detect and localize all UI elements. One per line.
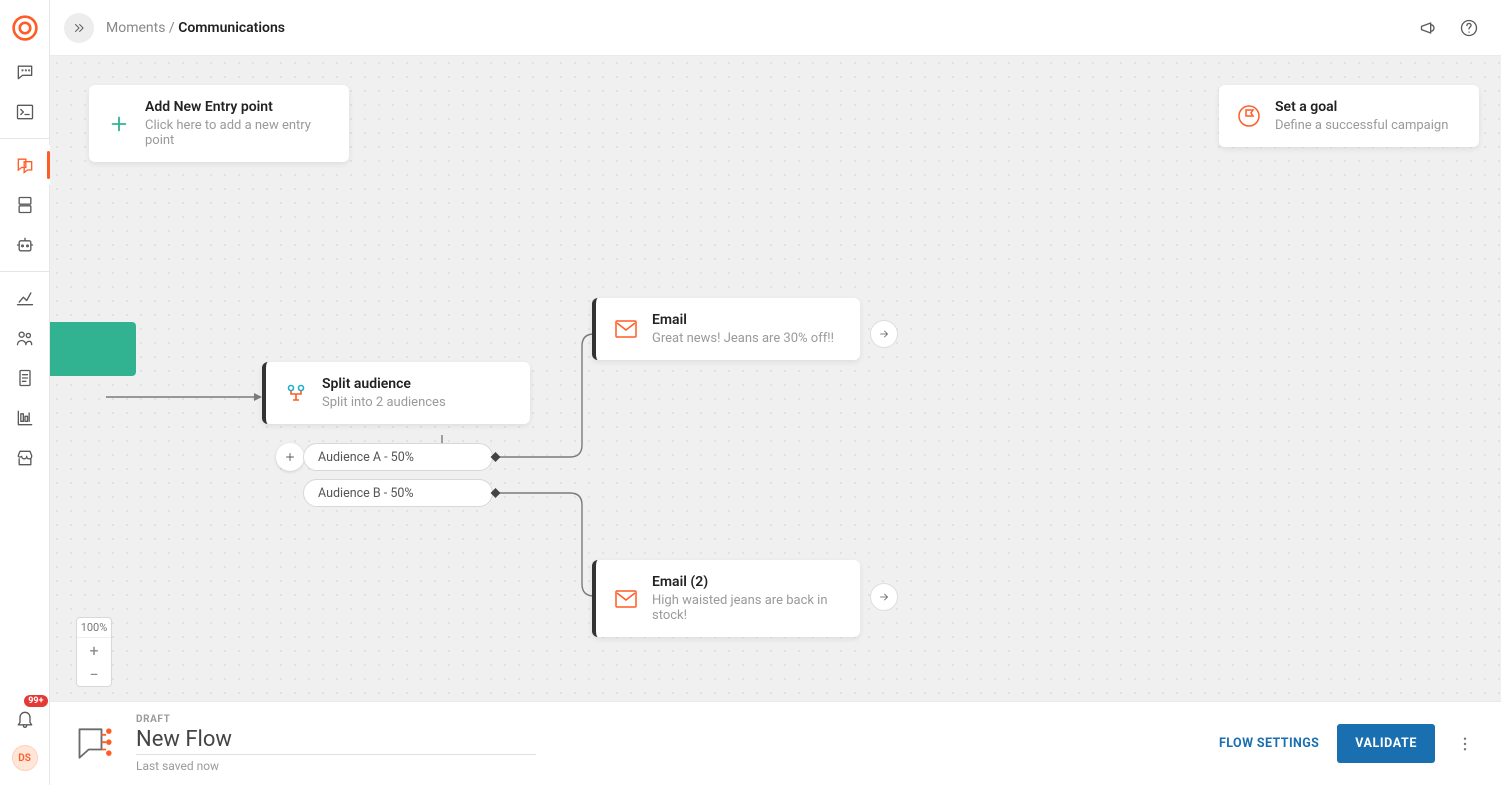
split-node-subtitle: Split into 2 audiences [322,395,446,410]
main-column: Moments / Communications Add New Entry p… [50,0,1501,785]
flow-canvas[interactable]: Add New Entry point Click here to add a … [50,56,1501,701]
more-vertical-icon [1456,735,1474,753]
announce-button[interactable] [1417,16,1441,40]
email1-next-button[interactable] [870,320,898,348]
nav-analytics[interactable] [0,278,50,318]
help-button[interactable] [1457,16,1481,40]
breadcrumb: Moments / Communications [106,20,285,36]
nav-store[interactable] [0,438,50,478]
breadcrumb-parent[interactable]: Moments [106,20,165,36]
plus-icon [108,113,130,135]
app-logo [11,14,39,42]
breadcrumb-current: Communications [178,20,285,36]
zoom-percent: 100% [77,618,111,638]
email1-title: Email [652,312,834,328]
flow-status: DRAFT [136,714,536,725]
nav-templates[interactable] [0,185,50,225]
flow-icon [74,722,118,766]
add-entry-point-card[interactable]: Add New Entry point Click here to add a … [89,85,349,162]
goal-icon [1237,104,1261,128]
primary-sidebar: 99+ DS [0,0,50,785]
entry-card-subtitle: Click here to add a new entry point [145,118,333,148]
nav-people[interactable] [0,318,50,358]
split-icon [284,381,308,405]
split-node-title: Split audience [322,376,446,392]
bell-icon [15,709,35,729]
chevron-double-right-icon [72,21,86,35]
email2-subtitle: High waisted jeans are back in stock! [652,593,844,623]
footer-bar: DRAFT New Flow Last saved now FLOW SETTI… [50,701,1501,785]
set-goal-card[interactable]: Set a goal Define a successful campaign [1219,85,1479,147]
notification-badge: 99+ [24,695,47,707]
save-indicator: Last saved now [136,759,536,773]
megaphone-icon [1419,18,1439,38]
flow-start-node[interactable] [50,322,136,376]
user-avatar[interactable]: DS [12,745,38,771]
expand-sidebar-button[interactable] [64,13,94,43]
branch-audience-b[interactable]: Audience B - 50% [303,479,493,507]
email-icon [614,319,638,339]
flow-settings-button[interactable]: FLOW SETTINGS [1219,736,1319,751]
email2-title: Email (2) [652,574,844,590]
entry-card-title: Add New Entry point [145,99,333,115]
branch-audience-a[interactable]: Audience A - 50% [303,443,493,471]
nav-moments[interactable] [0,145,50,185]
nav-conversations[interactable] [0,52,50,92]
zoom-control: 100% + − [76,617,112,687]
email-node-1[interactable]: Email Great news! Jeans are 30% off!! [592,298,860,360]
split-audience-node[interactable]: Split audience Split into 2 audiences [262,362,530,424]
validate-button[interactable]: VALIDATE [1337,724,1435,763]
email1-subtitle: Great news! Jeans are 30% off!! [652,331,834,346]
nav-documents[interactable] [0,358,50,398]
add-branch-button[interactable] [276,443,304,471]
nav-bots[interactable] [0,225,50,265]
help-icon [1459,18,1479,38]
email-node-2[interactable]: Email (2) High waisted jeans are back in… [592,560,860,637]
arrow-right-icon [878,591,890,603]
zoom-out-button[interactable]: − [77,662,111,686]
goal-card-subtitle: Define a successful campaign [1275,118,1448,133]
email2-next-button[interactable] [870,583,898,611]
plus-icon [283,450,297,464]
goal-card-title: Set a goal [1275,99,1448,115]
email-icon [614,589,638,609]
nav-reports[interactable] [0,398,50,438]
arrow-right-icon [878,328,890,340]
flow-name-input[interactable]: New Flow [136,727,536,755]
top-bar: Moments / Communications [50,0,1501,56]
zoom-in-button[interactable]: + [77,638,111,662]
nav-notifications[interactable]: 99+ [0,699,50,739]
nav-terminal[interactable] [0,92,50,132]
more-options-button[interactable] [1453,732,1477,756]
